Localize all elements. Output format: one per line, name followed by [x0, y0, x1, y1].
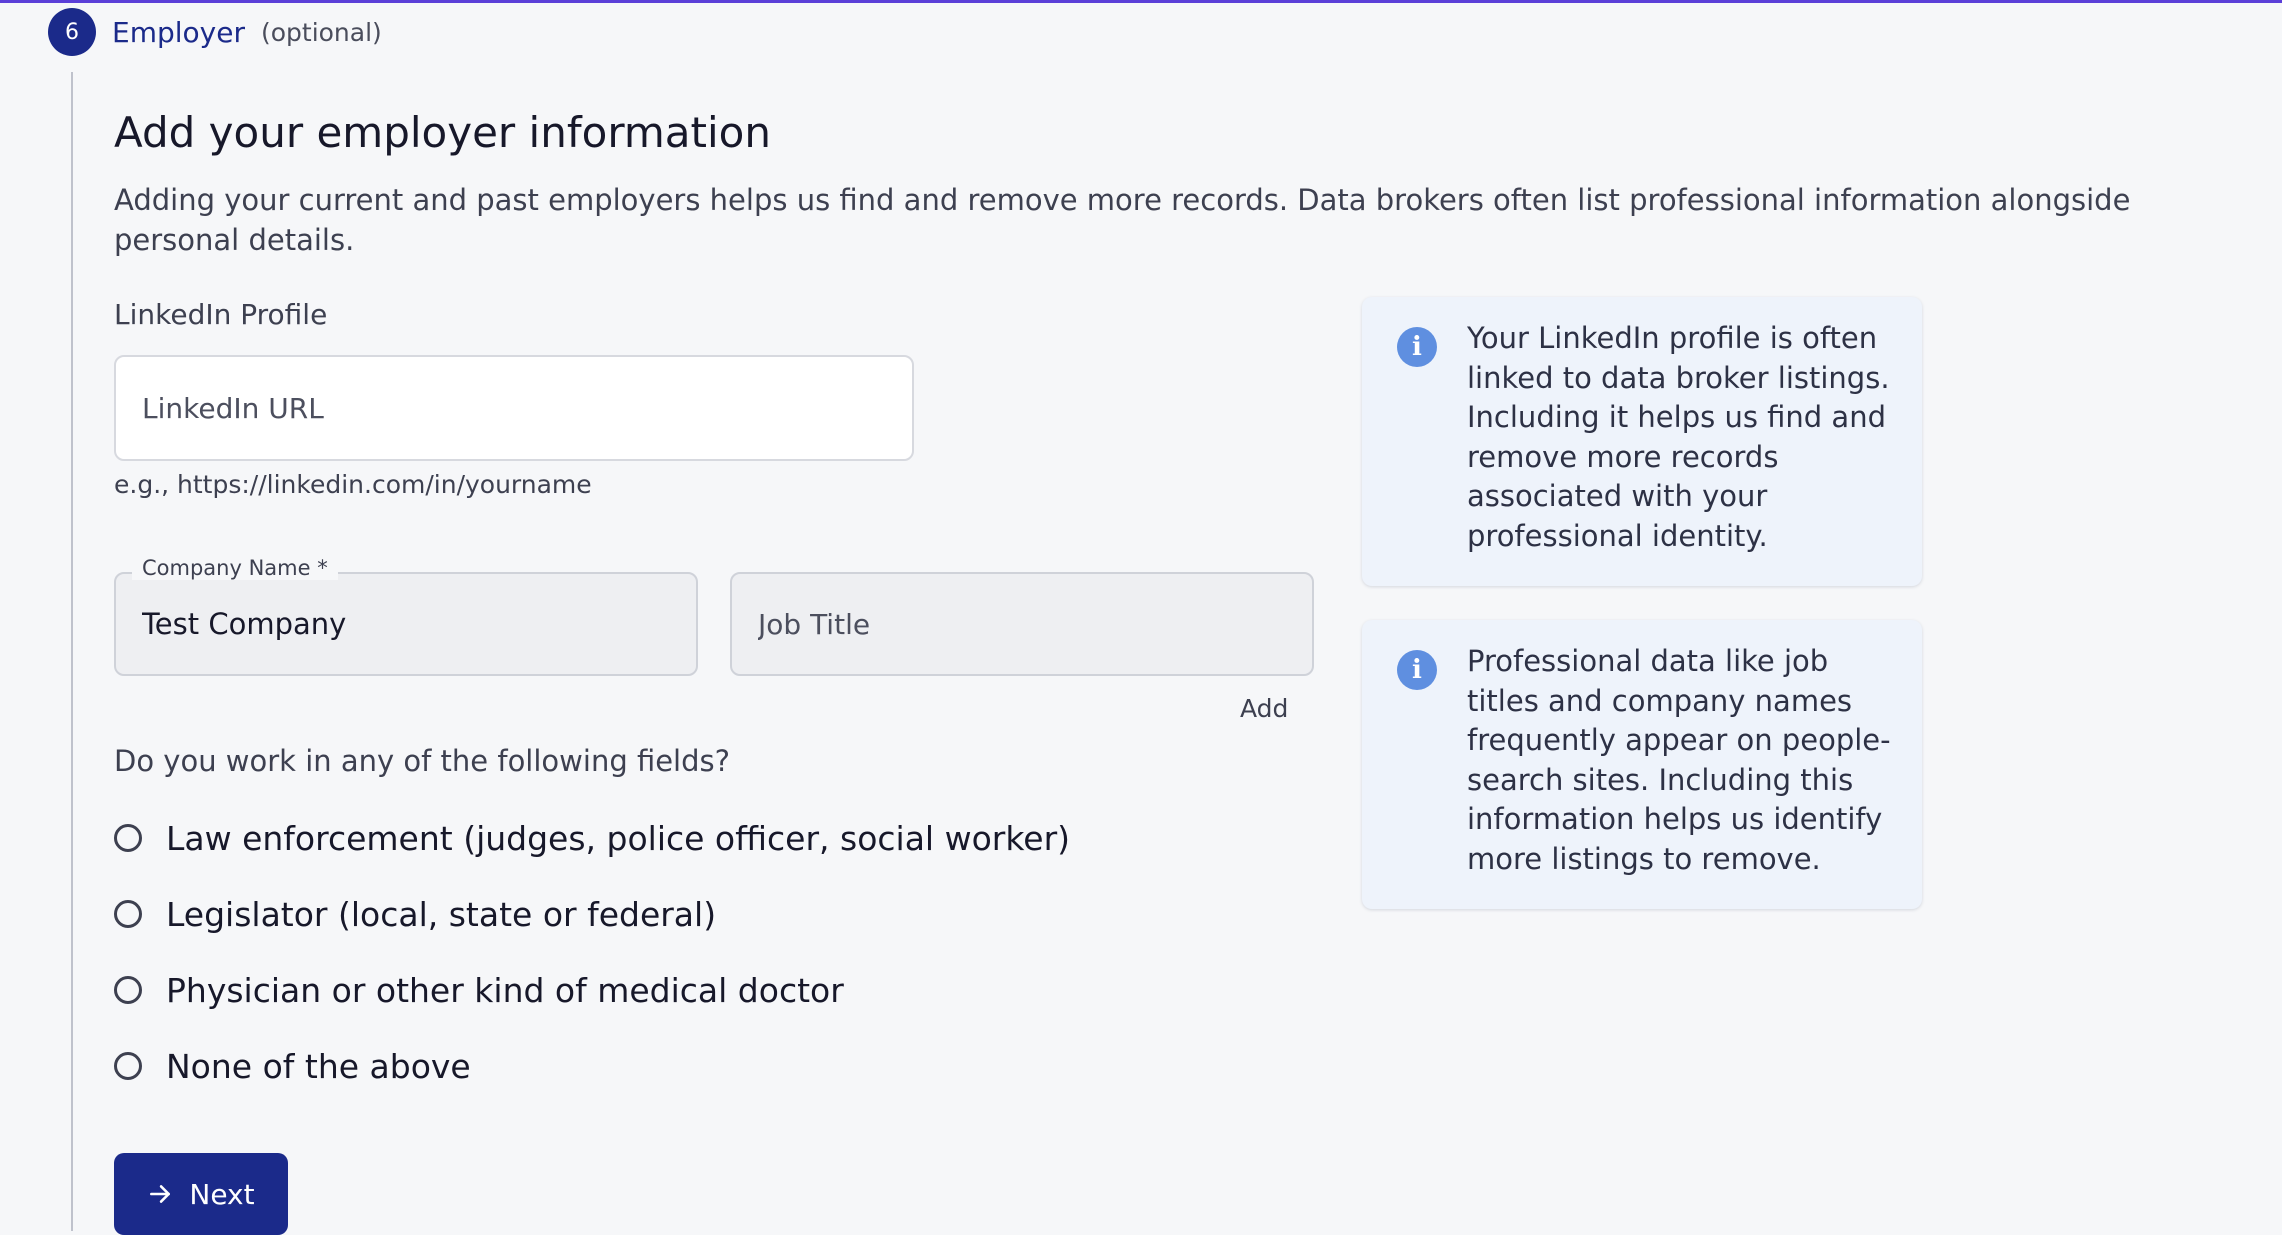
linkedin-label: LinkedIn Profile [114, 298, 328, 331]
step-number-badge: 6 [48, 8, 96, 56]
radio-label: None of the above [166, 1046, 471, 1086]
next-button[interactable]: Next [114, 1153, 288, 1235]
top-accent-line [0, 0, 2282, 3]
step-rail [71, 72, 73, 1231]
radio-option-physician[interactable]: Physician or other kind of medical docto… [114, 964, 1070, 1016]
section-title: Add your employer information [114, 108, 771, 157]
linkedin-helper-text: e.g., https://linkedin.com/in/yourname [114, 470, 592, 499]
step-title: Employer [112, 15, 245, 49]
fields-radio-group: Law enforcement (judges, police officer,… [114, 812, 1070, 1116]
info-card-text: Professional data like job titles and co… [1467, 644, 1891, 876]
arrow-right-icon [150, 1185, 171, 1203]
job-title-input[interactable] [730, 572, 1314, 676]
radio-circle[interactable] [114, 900, 142, 928]
radio-option-law-enforcement[interactable]: Law enforcement (judges, police officer,… [114, 812, 1070, 864]
radio-label: Law enforcement (judges, police officer,… [166, 818, 1071, 858]
company-name-input[interactable] [142, 574, 672, 674]
company-name-field[interactable]: Company Name * [114, 556, 698, 676]
radio-circle[interactable] [114, 824, 142, 852]
step-optional-tag: (optional) [260, 17, 382, 47]
radio-option-none[interactable]: None of the above [114, 1040, 1070, 1092]
section-description: Adding your current and past employers h… [114, 183, 2131, 257]
radio-circle[interactable] [114, 976, 142, 1004]
radio-circle[interactable] [114, 1052, 142, 1080]
step-header[interactable]: 6 Employer (optional) [48, 8, 382, 56]
info-card-text: Your LinkedIn profile is often linked to… [1467, 321, 1890, 553]
radio-option-legislator[interactable]: Legislator (local, state or federal) [114, 888, 1070, 940]
linkedin-info-card: i Your LinkedIn profile is often linked … [1362, 297, 1922, 586]
radio-label: Physician or other kind of medical docto… [166, 970, 844, 1010]
linkedin-url-input[interactable] [114, 355, 914, 461]
info-icon: i [1397, 327, 1437, 367]
radio-label: Legislator (local, state or federal) [166, 894, 717, 934]
fields-question: Do you work in any of the following fiel… [114, 744, 731, 778]
info-icon: i [1397, 650, 1437, 690]
add-employer-link[interactable]: Add [1240, 694, 1288, 723]
professional-info-card: i Professional data like job titles and … [1362, 620, 1922, 909]
next-button-label: Next [189, 1177, 255, 1211]
